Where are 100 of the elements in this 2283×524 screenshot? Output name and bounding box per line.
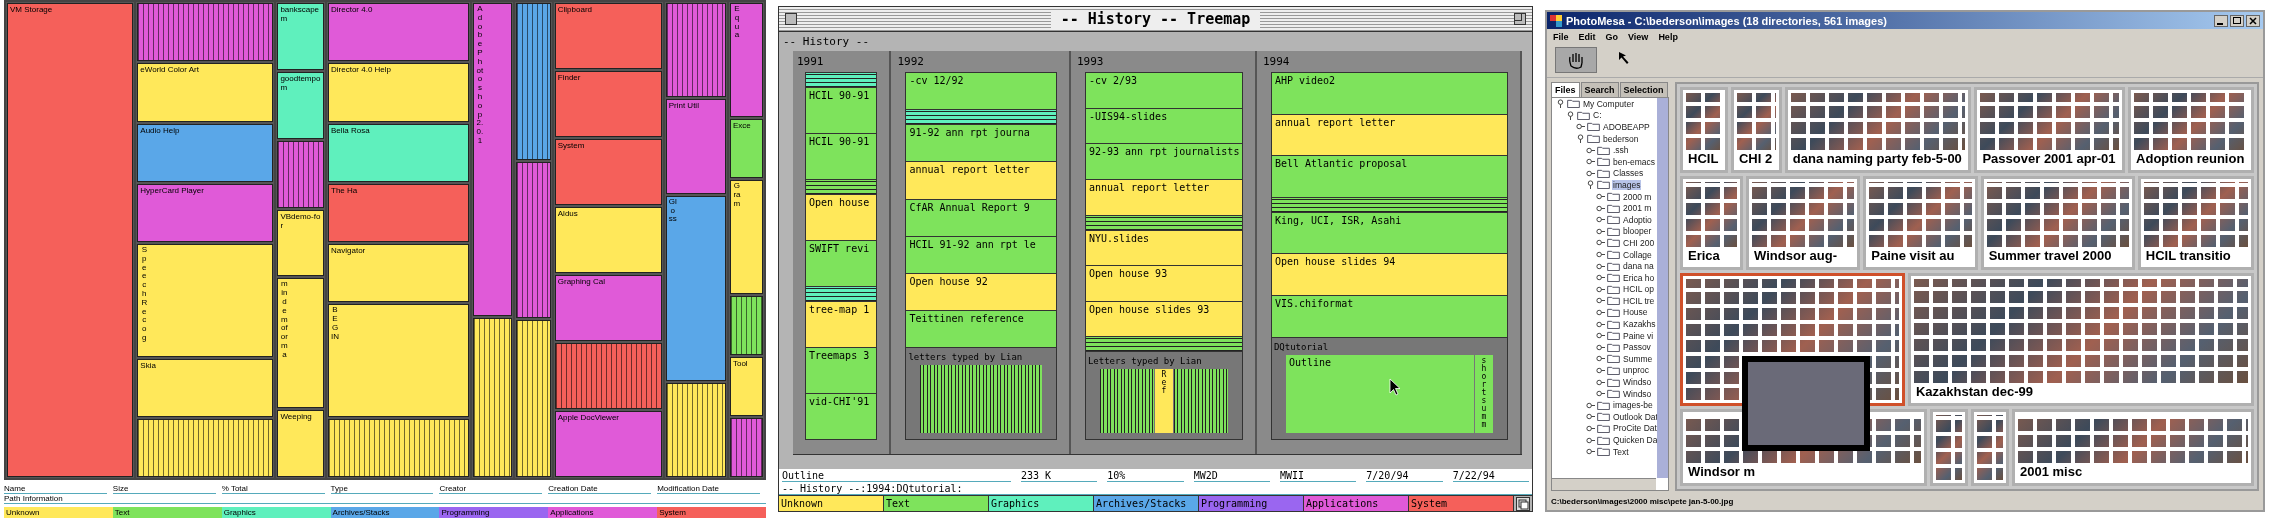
treemap-block[interactable] (515, 3, 551, 160)
photo-group[interactable]: HCIL transitio (2137, 175, 2255, 270)
treemap-block[interactable]: Aldus (554, 207, 662, 273)
tree-item[interactable]: Erica ho (1622, 272, 1656, 283)
tree-item[interactable]: unproc (1622, 365, 1650, 376)
tree-item[interactable]: HCIL tre (1622, 295, 1656, 306)
collapsed-node-icon[interactable] (1596, 226, 1605, 236)
treemap-block[interactable]: Exce (729, 119, 763, 178)
collapsed-node-icon[interactable] (1596, 296, 1605, 306)
treemap-block[interactable]: System (554, 139, 662, 205)
file-block[interactable]: Ref (1154, 369, 1173, 433)
photo-group[interactable]: Kazakhstan dec-99 (1907, 273, 2254, 406)
expanded-node-icon[interactable] (1566, 110, 1575, 120)
tree-item[interactable]: C: (1592, 110, 1603, 121)
treemap-block[interactable]: Skia (137, 358, 274, 417)
file-block[interactable]: annual report letter (1085, 179, 1242, 215)
collapsed-node-icon[interactable] (1596, 389, 1605, 399)
zoom-box-icon[interactable] (1514, 13, 1526, 25)
file-block[interactable]: CfAR Annual Report 9 (906, 199, 1056, 236)
file-block[interactable]: 92-93 ann rpt journalists (1085, 144, 1242, 179)
tree-item[interactable]: Summe (1622, 353, 1654, 364)
file-block[interactable]: vid-CHI'91 (806, 394, 877, 439)
file-block[interactable]: annual report letter (906, 162, 1056, 199)
treemap-block[interactable]: Print Util (665, 99, 726, 194)
tree-item[interactable]: ProCite Dat (1612, 423, 1658, 434)
file-block[interactable]: Open house slides 93 (1085, 301, 1242, 337)
collapsed-node-icon[interactable] (1586, 157, 1595, 167)
close-icon[interactable] (2246, 14, 2260, 27)
tree-item[interactable]: ben-emacs (1612, 156, 1657, 167)
photo-group[interactable]: Summer travel 2000 (1980, 175, 2135, 270)
tree-item[interactable]: House (1622, 307, 1649, 318)
collapsed-node-icon[interactable] (1596, 365, 1605, 375)
tree-item[interactable]: blooper (1622, 226, 1653, 237)
tree-item[interactable]: Adoptio (1622, 214, 1653, 225)
treemap-block[interactable]: The Ha (328, 183, 469, 242)
file-block[interactable]: SWIFT revi (806, 241, 877, 286)
collapsed-node-icon[interactable] (1586, 447, 1595, 457)
collapsed-node-icon[interactable] (1596, 308, 1605, 317)
collapsed-node-icon[interactable] (1586, 423, 1595, 433)
treemap-block[interactable] (328, 418, 469, 477)
treemap-block[interactable]: mindemoforma (277, 278, 324, 409)
file-block[interactable]: Teittinen reference (906, 311, 1056, 348)
photo-group[interactable]: Passover 2001 apr-01 (1974, 87, 2126, 173)
tree-item[interactable]: Paine vi (1622, 330, 1655, 341)
treemap-block[interactable]: Audio Help (137, 123, 274, 182)
tree-item[interactable]: Passov (1622, 342, 1652, 353)
file-block[interactable]: King, UCI, ISR, Asahi (1271, 212, 1507, 254)
maximize-icon[interactable] (2230, 14, 2244, 27)
photo-group[interactable]: CHI 2 (1730, 87, 1782, 173)
collapsed-node-icon[interactable] (1596, 238, 1605, 248)
treemap-block[interactable]: goodtempom (277, 71, 324, 139)
photo-group[interactable]: 2001 misc (2011, 408, 2254, 486)
tree-item[interactable]: Text (1612, 446, 1630, 457)
menu-item[interactable]: Help (1658, 32, 1678, 42)
treemap-block[interactable] (472, 318, 512, 477)
sidebar-tab[interactable]: Files (1551, 82, 1580, 97)
minimize-icon[interactable] (2214, 14, 2228, 27)
resize-icon[interactable] (1516, 496, 1530, 511)
tree-item[interactable]: Collage (1622, 249, 1653, 260)
menu-item[interactable]: View (1628, 32, 1649, 42)
treemap-block[interactable]: Clipboard (554, 3, 662, 69)
treemap-block[interactable] (515, 320, 551, 477)
collapsed-node-icon[interactable] (1586, 400, 1595, 410)
collapsed-node-icon[interactable] (1596, 342, 1605, 352)
file-block[interactable]: Open house slides 94 (1271, 254, 1507, 295)
treemap-block[interactable]: Apple DocViewer (554, 411, 662, 477)
photo-group[interactable]: HCIL (1680, 87, 1728, 173)
menu-item[interactable]: File (1553, 32, 1569, 42)
collapsed-node-icon[interactable] (1596, 215, 1605, 225)
file-block[interactable]: HCIL 90-91 (806, 134, 877, 179)
horizontal-scrollbar[interactable] (1552, 478, 1656, 490)
expanded-node-icon[interactable] (1556, 99, 1565, 109)
folder-block[interactable]: Letters typed by Lian Ref (1085, 352, 1242, 439)
treemap-block[interactable] (729, 296, 763, 355)
collapsed-node-icon[interactable] (1596, 331, 1605, 341)
sidebar-tab[interactable]: Selection (1619, 82, 1668, 97)
tree-item[interactable]: bederson (1602, 133, 1640, 144)
file-block[interactable]: Open house 93 (1085, 266, 1242, 301)
tree-item[interactable]: images (1612, 179, 1642, 190)
collapsed-node-icon[interactable] (1586, 168, 1595, 178)
folder-block[interactable]: letters typed by Lian (906, 348, 1056, 439)
photo-group[interactable]: Paine visit au (1863, 175, 1978, 270)
treemap-block[interactable] (665, 382, 726, 477)
photo-group[interactable]: dana naming party feb-5-00 (1784, 87, 1972, 173)
collapsed-node-icon[interactable] (1586, 435, 1595, 445)
treemap-block[interactable]: Director 4.0 (328, 3, 469, 62)
tree-item[interactable]: ADOBEAPP (1602, 122, 1651, 132)
treemap-block[interactable]: BEGIN (328, 304, 469, 417)
expanded-node-icon[interactable] (1586, 180, 1595, 190)
file-block[interactable]: Treemaps 3 (806, 348, 877, 393)
file-block[interactable]: NYU.slides (1085, 230, 1242, 266)
tree-item[interactable]: Classes (1612, 168, 1645, 179)
file-block[interactable]: annual report letter (1271, 114, 1507, 156)
photo-group[interactable]: Adoption reunion (2128, 87, 2254, 173)
photo-group[interactable] (1929, 408, 1968, 486)
treemap-block[interactable]: HyperCard Player (137, 183, 274, 242)
tree-item[interactable]: images-be (1612, 400, 1654, 411)
file-block[interactable]: AHP video2 (1271, 73, 1507, 114)
file-block[interactable]: -UIS94-slides (1085, 108, 1242, 144)
tree-item[interactable]: Kazakhs (1622, 319, 1657, 330)
